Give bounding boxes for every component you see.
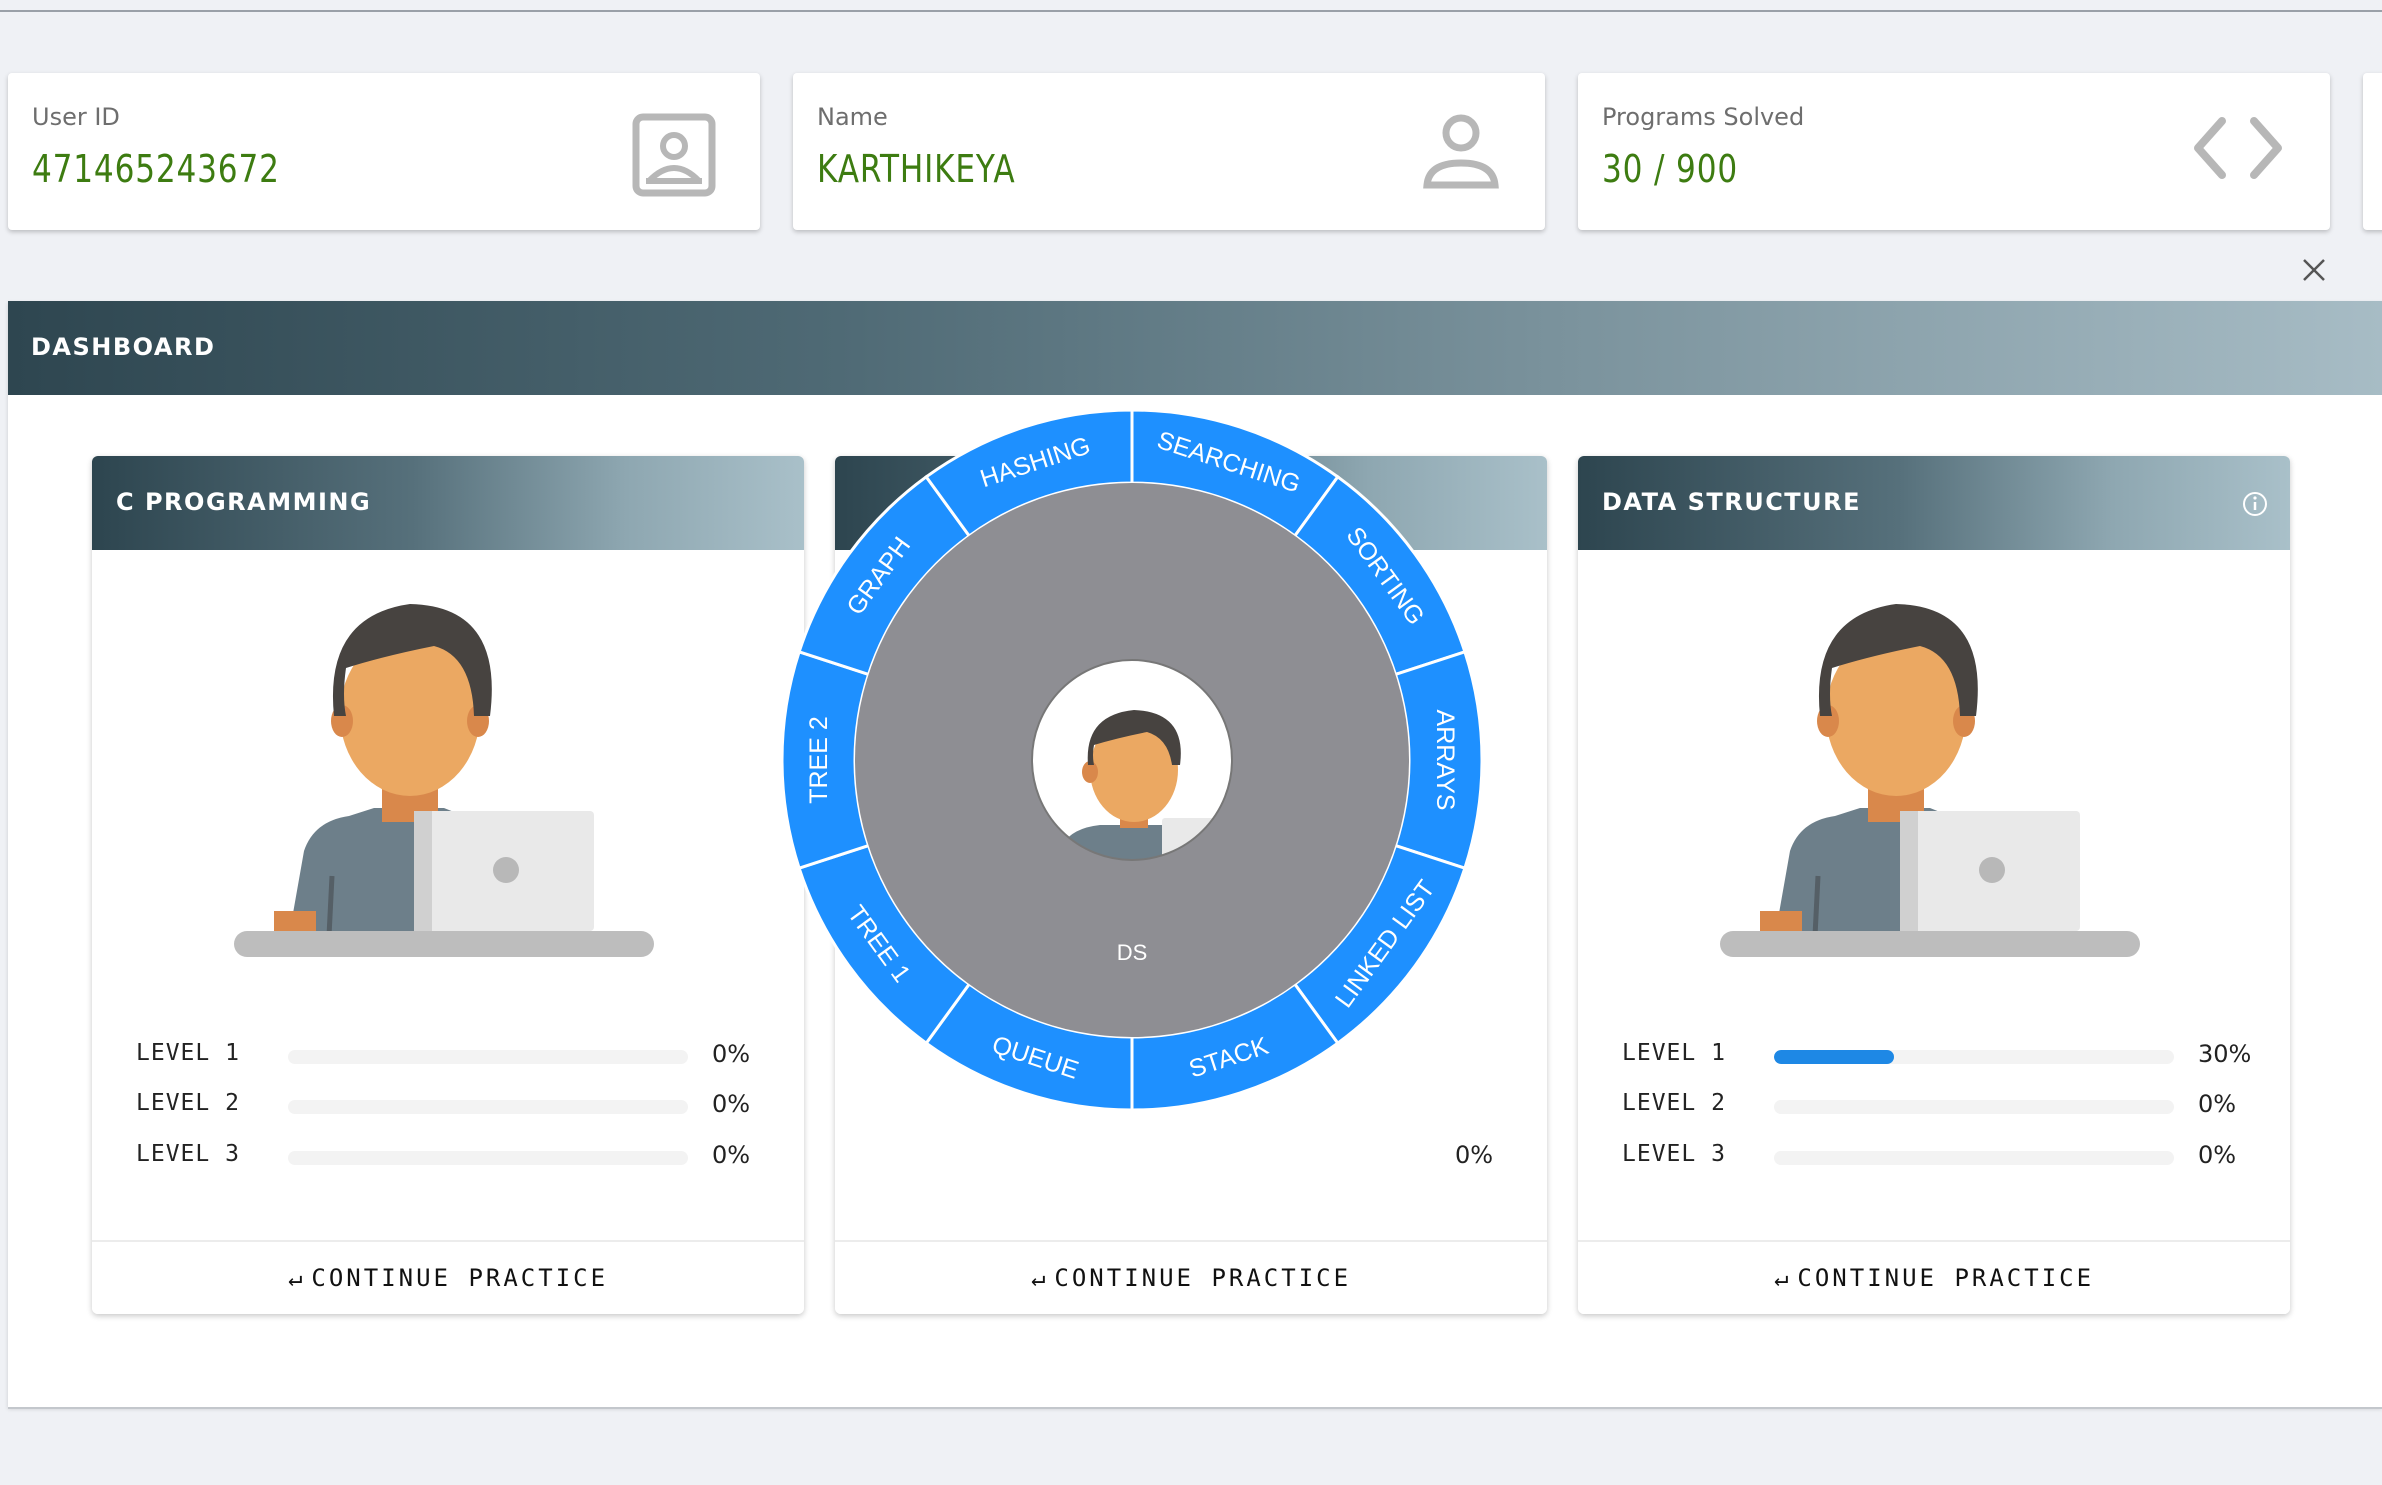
code-icon bbox=[2194, 117, 2282, 179]
course-card-data-structure: DATA STRUCTURE LEVEL 1 30% LEVEL 2 0% LE… bbox=[1578, 456, 2290, 1314]
level-progress-track bbox=[1774, 1100, 2174, 1114]
level-progress-track bbox=[1774, 1050, 2174, 1064]
developer-avatar-icon bbox=[234, 604, 654, 957]
name-label: Name bbox=[817, 103, 888, 131]
top-divider bbox=[0, 10, 2382, 12]
level-progress-track bbox=[288, 1100, 688, 1114]
stat-card-partial bbox=[2363, 73, 2382, 230]
user-id-label: User ID bbox=[32, 103, 120, 131]
developer-avatar-icon bbox=[1720, 604, 2140, 957]
level-row: LEVEL 3 0% bbox=[1622, 1137, 2262, 1171]
programs-solved-value: 30 / 900 bbox=[1602, 147, 1739, 191]
level-percent: 30% bbox=[2198, 1040, 2252, 1068]
level-label: LEVEL 2 bbox=[1622, 1090, 1726, 1116]
close-icon[interactable] bbox=[2300, 256, 2328, 284]
level-label: LEVEL 3 bbox=[1622, 1141, 1726, 1167]
level-label: LEVEL 1 bbox=[136, 1040, 240, 1066]
return-arrow-icon: ↵ bbox=[287, 1264, 306, 1292]
user-id-card: User ID 471465243672 bbox=[8, 73, 760, 230]
level-percent: 0% bbox=[2198, 1141, 2237, 1169]
wheel-center-label: DS bbox=[1117, 940, 1148, 965]
course-title: C PROGRAMMING bbox=[116, 488, 372, 516]
user-icon bbox=[1423, 114, 1499, 189]
continue-practice-button[interactable]: ↵ CONTINUE PRACTICE bbox=[1578, 1240, 2290, 1314]
info-icon[interactable] bbox=[2242, 491, 2268, 517]
course-title: DATA STRUCTURE bbox=[1602, 488, 1862, 516]
level-label: LEVEL 3 bbox=[136, 1141, 240, 1167]
continue-practice-label: CONTINUE PRACTICE bbox=[311, 1264, 609, 1292]
level-row: LEVEL 2 0% bbox=[1622, 1086, 2262, 1120]
continue-practice-label: CONTINUE PRACTICE bbox=[1797, 1264, 2095, 1292]
programs-solved-label: Programs Solved bbox=[1602, 103, 1805, 131]
level-label: LEVEL 2 bbox=[136, 1090, 240, 1116]
level-label: LEVEL 1 bbox=[1622, 1040, 1726, 1066]
return-arrow-icon: ↵ bbox=[1030, 1264, 1049, 1292]
wheel-topic-label: ARRAYS bbox=[1431, 710, 1459, 811]
programs-solved-card: Programs Solved 30 / 900 bbox=[1578, 73, 2330, 230]
progress-wheel: 123456789 SEARCHINGSORTINGARRAYSLINKED L… bbox=[780, 408, 1484, 1112]
level-percent: 0% bbox=[2198, 1090, 2237, 1118]
id-card-icon bbox=[632, 113, 716, 197]
level-progress-track bbox=[288, 1151, 688, 1165]
level-progress-track bbox=[1774, 1151, 2174, 1165]
user-id-value: 471465243672 bbox=[32, 147, 280, 191]
wheel-topic-label: TREE 2 bbox=[805, 716, 833, 804]
name-card: Name KARTHIKEYA bbox=[793, 73, 1545, 230]
level-row: LEVEL 1 30% bbox=[1622, 1036, 2262, 1070]
course-header: DATA STRUCTURE bbox=[1578, 456, 2290, 550]
continue-practice-label: CONTINUE PRACTICE bbox=[1054, 1264, 1352, 1292]
name-value: KARTHIKEYA bbox=[817, 147, 1016, 191]
bottom-divider bbox=[8, 1407, 2382, 1409]
dashboard-title: DASHBOARD bbox=[31, 333, 216, 361]
return-arrow-icon: ↵ bbox=[1773, 1264, 1792, 1292]
level-progress-fill bbox=[1774, 1050, 1894, 1064]
level-progress-track bbox=[288, 1050, 688, 1064]
